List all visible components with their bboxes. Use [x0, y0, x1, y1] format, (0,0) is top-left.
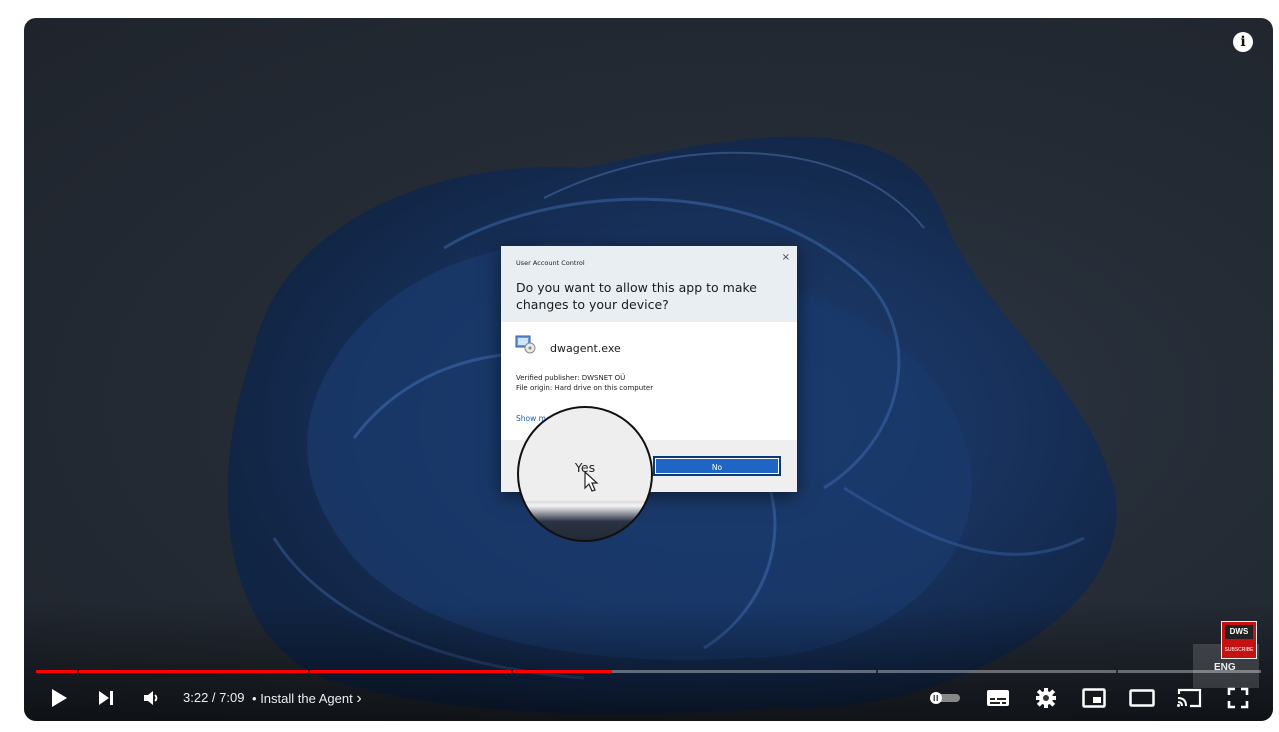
uac-caption: User Account Control: [516, 259, 585, 267]
chapter-title: Install the Agent: [260, 691, 353, 706]
chapter-marker: [77, 670, 79, 673]
uac-question: Do you want to allow this app to make ch…: [516, 280, 757, 312]
chapter-marker: [876, 670, 878, 673]
no-button[interactable]: No: [653, 456, 781, 476]
progress-bar[interactable]: [36, 670, 1261, 673]
publisher-line: Verified publisher: DWSNET OÜ: [516, 374, 626, 382]
close-icon[interactable]: ×: [782, 252, 790, 263]
publisher-info: Verified publisher: DWSNET OÜ File origi…: [516, 373, 653, 393]
control-bar: 3:22 / 7:09 • Install the Agent ›: [24, 680, 1273, 716]
subtitles-icon[interactable]: [984, 680, 1012, 716]
subscribe-badge[interactable]: DWS SUBSCRIBE: [1221, 621, 1257, 659]
mouse-cursor-icon: [584, 471, 599, 492]
origin-line: File origin: Hard drive on this computer: [516, 384, 654, 392]
next-icon[interactable]: [94, 680, 118, 716]
progress-played: [36, 670, 612, 673]
chapter-link[interactable]: • Install the Agent ›: [252, 690, 362, 708]
video-player[interactable]: i User Account Control × Do you want to …: [24, 18, 1273, 721]
gear-icon[interactable]: [1032, 680, 1060, 716]
info-icon[interactable]: i: [1233, 32, 1253, 52]
badge-logo: DWS: [1225, 625, 1253, 639]
volume-icon[interactable]: [140, 680, 164, 716]
chapter-separator: •: [252, 691, 257, 706]
miniplayer-icon[interactable]: [1080, 680, 1108, 716]
play-icon[interactable]: [46, 680, 72, 716]
cast-icon[interactable]: [1174, 680, 1204, 716]
app-name: dwagent.exe: [550, 342, 621, 355]
theater-icon[interactable]: [1126, 680, 1158, 716]
badge-subscribe: SUBSCRIBE: [1224, 647, 1254, 653]
chapter-marker: [308, 670, 310, 673]
autoplay-toggle-icon[interactable]: [927, 680, 963, 716]
time-display: 3:22 / 7:09: [183, 690, 245, 705]
uac-header: User Account Control × Do you want to al…: [501, 246, 797, 322]
fullscreen-icon[interactable]: [1224, 680, 1252, 716]
chapter-marker: [1116, 670, 1118, 673]
chevron-right-icon: ›: [356, 690, 362, 707]
zoom-magnifier: Yes: [517, 406, 653, 542]
app-installer-icon: [515, 335, 536, 354]
chapter-marker: [511, 670, 513, 673]
